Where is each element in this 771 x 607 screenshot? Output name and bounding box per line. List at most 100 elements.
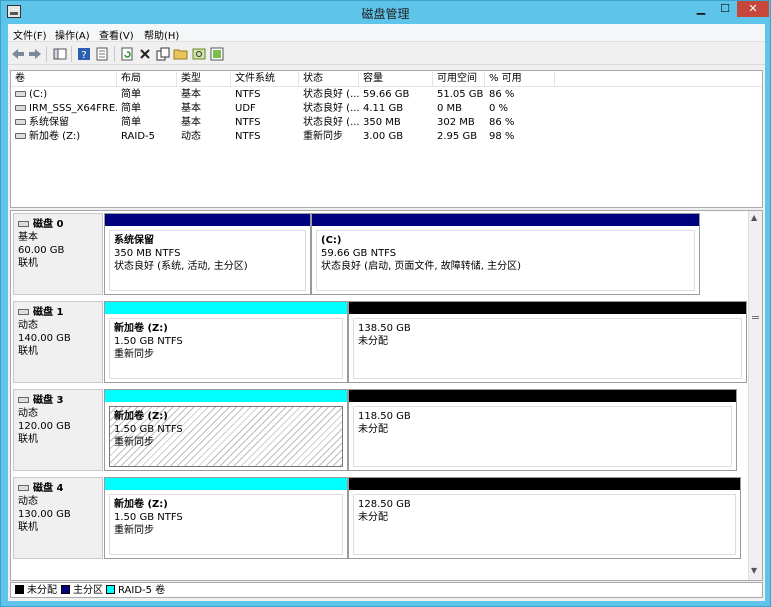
back-icon[interactable] bbox=[10, 46, 26, 62]
menu-action[interactable]: 操作(A) bbox=[52, 26, 93, 43]
partition-bar bbox=[349, 302, 746, 314]
partition[interactable]: 128.50 GB 未分配 bbox=[348, 477, 741, 559]
legend-raid5: RAID-5 卷 bbox=[106, 585, 165, 596]
col-header-filesystem[interactable]: 文件系统 bbox=[231, 72, 299, 86]
partition-filesystem: 128.50 GB bbox=[358, 499, 411, 510]
window-title: 磁盘管理 bbox=[361, 7, 410, 21]
volume-free-space: 302 MB bbox=[437, 117, 475, 128]
partition[interactable]: 系统保留 350 MB NTFS 状态良好 (系统, 活动, 主分区) bbox=[104, 213, 311, 295]
partition-state: 状态良好 (系统, 活动, 主分区) bbox=[114, 261, 248, 272]
volume-filesystem: NTFS bbox=[235, 89, 261, 100]
maximize-button[interactable]: ☐ bbox=[713, 1, 737, 17]
partition-state: 状态良好 (启动, 页面文件, 故障转储, 主分区) bbox=[321, 261, 522, 272]
partition[interactable]: 新加卷 (Z:) 1.50 GB NTFS 重新同步 bbox=[104, 477, 348, 559]
partition[interactable]: 138.50 GB 未分配 bbox=[348, 301, 747, 383]
volume-list-header: 卷 布局 类型 文件系统 状态 容量 可用空间 % 可用 bbox=[11, 71, 762, 87]
partition-bar bbox=[312, 214, 699, 226]
disk-label[interactable]: 磁盘 4 动态 130.00 GB 联机 bbox=[13, 477, 103, 559]
disk-size: 60.00 GB bbox=[18, 245, 65, 256]
partition[interactable]: 新加卷 (Z:) 1.50 GB NTFS 重新同步 bbox=[104, 301, 348, 383]
volume-type: 基本 bbox=[181, 117, 201, 128]
partition-state: 未分配 bbox=[358, 424, 388, 435]
disk-row: 磁盘 0 基本 60.00 GB 联机 系统保留 350 MB NTFS 状态良… bbox=[11, 213, 749, 297]
volume-filesystem: NTFS bbox=[235, 131, 261, 142]
volume-row[interactable]: 新加卷 (Z:) RAID-5 动态 NTFS 重新同步 3.00 GB 2.9… bbox=[11, 130, 762, 144]
partition-filesystem: 1.50 GB NTFS bbox=[114, 424, 183, 435]
minimize-button[interactable]: ▁ bbox=[689, 1, 713, 17]
col-header-capacity[interactable]: 容量 bbox=[359, 72, 433, 86]
partition-body: (C:) 59.66 GB NTFS 状态良好 (启动, 页面文件, 故障转储,… bbox=[316, 230, 695, 291]
svg-text:?: ? bbox=[81, 50, 86, 61]
col-header-status[interactable]: 状态 bbox=[299, 72, 359, 86]
partition-body: 128.50 GB 未分配 bbox=[353, 494, 736, 555]
disk-label[interactable]: 磁盘 3 动态 120.00 GB 联机 bbox=[13, 389, 103, 471]
col-header-percent-free[interactable]: % 可用 bbox=[485, 72, 555, 86]
refresh-icon[interactable] bbox=[119, 46, 135, 62]
properties-icon[interactable] bbox=[94, 46, 110, 62]
legend-primary: 主分区 bbox=[61, 585, 103, 596]
vertical-scrollbar[interactable]: ▲ ▼ bbox=[748, 211, 762, 580]
volume-percent-free: 86 % bbox=[489, 89, 515, 100]
volume-row[interactable]: (C:) 简单 基本 NTFS 状态良好 (... 59.66 GB 51.05… bbox=[11, 88, 762, 102]
col-header-layout[interactable]: 布局 bbox=[117, 72, 177, 86]
partition-body: 新加卷 (Z:) 1.50 GB NTFS 重新同步 bbox=[109, 494, 343, 555]
toolbar-separator bbox=[114, 46, 115, 62]
partition-filesystem: 138.50 GB bbox=[358, 323, 411, 334]
col-header-free-space[interactable]: 可用空间 bbox=[433, 72, 485, 86]
volume-free-space: 2.95 GB bbox=[437, 131, 478, 142]
scroll-up-icon[interactable]: ▲ bbox=[751, 213, 757, 222]
partition-body: 新加卷 (Z:) 1.50 GB NTFS 重新同步 bbox=[109, 406, 343, 467]
volume-layout: RAID-5 bbox=[121, 131, 156, 142]
disk-name: 磁盘 3 bbox=[33, 395, 64, 406]
help-icon[interactable]: ? bbox=[76, 46, 92, 62]
disk-size: 140.00 GB bbox=[18, 333, 71, 344]
volume-type: 基本 bbox=[181, 89, 201, 100]
partition-filesystem: 118.50 GB bbox=[358, 411, 411, 422]
volume-row[interactable]: IRM_SSS_X64FRE... 简单 基本 UDF 状态良好 (... 4.… bbox=[11, 102, 762, 116]
partition-state: 未分配 bbox=[358, 336, 388, 347]
hard-disk-icon bbox=[18, 397, 29, 403]
legend-label: 未分配 bbox=[27, 585, 57, 596]
col-header-volume[interactable]: 卷 bbox=[11, 72, 117, 86]
volume-capacity: 59.66 GB bbox=[363, 89, 410, 100]
legend-swatch bbox=[15, 585, 24, 594]
col-header-type[interactable]: 类型 bbox=[177, 72, 231, 86]
copy-icon[interactable] bbox=[155, 46, 171, 62]
volume-free-space: 51.05 GB bbox=[437, 89, 484, 100]
menu-file[interactable]: 文件(F) bbox=[10, 26, 50, 43]
volume-capacity: 3.00 GB bbox=[363, 131, 404, 142]
disk-label[interactable]: 磁盘 1 动态 140.00 GB 联机 bbox=[13, 301, 103, 383]
partition-name: 新加卷 (Z:) bbox=[114, 499, 168, 510]
volume-percent-free: 98 % bbox=[489, 131, 515, 142]
forward-icon[interactable] bbox=[27, 46, 43, 62]
scroll-grip[interactable] bbox=[752, 311, 759, 319]
partition-state: 重新同步 bbox=[114, 525, 154, 536]
console-tree-icon[interactable] bbox=[52, 46, 68, 62]
menu-view[interactable]: 查看(V) bbox=[96, 26, 137, 43]
volume-filesystem: NTFS bbox=[235, 117, 261, 128]
partition-filesystem: 350 MB NTFS bbox=[114, 248, 181, 259]
settings-icon[interactable] bbox=[209, 46, 225, 62]
scroll-down-icon[interactable]: ▼ bbox=[751, 566, 757, 575]
delete-icon[interactable] bbox=[137, 46, 153, 62]
legend-unallocated: 未分配 bbox=[15, 585, 57, 596]
volume-free-space: 0 MB bbox=[437, 103, 463, 114]
disk-label[interactable]: 磁盘 0 基本 60.00 GB 联机 bbox=[13, 213, 103, 295]
partition[interactable]: (C:) 59.66 GB NTFS 状态良好 (启动, 页面文件, 故障转储,… bbox=[311, 213, 700, 295]
menu-bar: 文件(F) 操作(A) 查看(V) 帮助(H) bbox=[8, 24, 765, 42]
partition-selected[interactable]: 新加卷 (Z:) 1.50 GB NTFS 重新同步 bbox=[104, 389, 348, 471]
client-area: 文件(F) 操作(A) 查看(V) 帮助(H) ? 卷 布局 类型 文件系统 状… bbox=[8, 24, 765, 601]
disk-status: 联机 bbox=[18, 258, 38, 269]
disk-type: 基本 bbox=[18, 232, 38, 243]
volume-row[interactable]: 系统保留 简单 基本 NTFS 状态良好 (... 350 MB 302 MB … bbox=[11, 116, 762, 130]
volume-filesystem: UDF bbox=[235, 103, 256, 114]
volume-type: 动态 bbox=[181, 131, 201, 142]
legend-swatch bbox=[61, 585, 70, 594]
open-folder-icon[interactable] bbox=[173, 46, 189, 62]
close-button[interactable]: ✕ bbox=[737, 1, 769, 17]
disk-graphical-view: 磁盘 0 基本 60.00 GB 联机 系统保留 350 MB NTFS 状态良… bbox=[10, 210, 763, 581]
partition[interactable]: 118.50 GB 未分配 bbox=[348, 389, 737, 471]
menu-help[interactable]: 帮助(H) bbox=[141, 26, 182, 43]
volume-layout: 简单 bbox=[121, 103, 141, 114]
search-icon[interactable] bbox=[191, 46, 207, 62]
